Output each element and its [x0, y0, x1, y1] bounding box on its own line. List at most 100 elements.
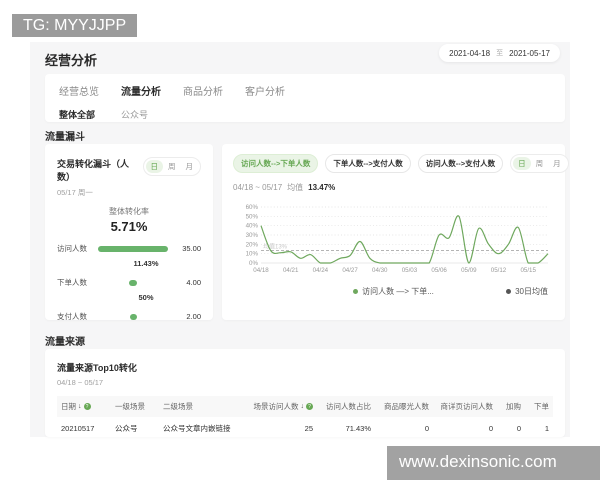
legend-dot-icon	[506, 289, 512, 294]
trend-period-toggle[interactable]: 日周月	[510, 154, 569, 173]
table-body: 20210517 公众号 公众号文章内嵌链接 25 71.43% 0 0 0 1	[57, 417, 553, 437]
tab-item[interactable]: 流量分析	[121, 83, 161, 98]
date-range-picker[interactable]: 2021-04-18 至 2021-05-17	[439, 44, 560, 62]
sort-desc-icon[interactable]: ↓	[78, 403, 82, 410]
column-label: 下单	[534, 402, 549, 411]
section-title-funnel: 流量漏斗	[45, 132, 85, 143]
source-card-subtitle: 04/18 ~ 05/17	[57, 378, 104, 387]
table-cell: 20210517	[61, 424, 95, 433]
legend-label: 访问人数 —> 下单...	[362, 287, 434, 296]
funnel-bar-zone	[93, 313, 173, 320]
analysis-tabs: 经营总览 流量分析 商品分析 客户分析	[59, 83, 551, 98]
mean-value: 13.47%	[308, 183, 336, 192]
date-end: 2021-05-17	[509, 48, 550, 58]
chart-tick-label: 60%	[246, 204, 259, 211]
funnel-step-label: 支付人数	[57, 312, 87, 321]
date-start: 2021-04-18	[449, 48, 491, 58]
funnel-card-title: 交易转化漏斗（人数）	[57, 159, 130, 182]
funnel-card-subtitle: 05/17 周一	[57, 188, 93, 197]
period-option[interactable]: 日	[145, 160, 163, 173]
chart-tick-label: 05/03	[402, 267, 418, 274]
funnel-step: 支付人数 2.00	[57, 311, 201, 322]
mean-line-label: 均值13%	[263, 242, 288, 250]
metric-pill-row: 访问人数-->下单人数 下单人数-->支付人数 访问人数-->支付人数日周月	[233, 154, 569, 173]
funnel-step-value: 2.00	[186, 312, 201, 321]
funnel-step-value: 4.00	[186, 278, 201, 287]
table-header-cell: 商品曝光人数	[375, 401, 433, 412]
column-label: 访问人数占比	[326, 402, 371, 411]
chart-tick-label: 0%	[249, 260, 258, 267]
chart-legend: 访问人数 —> 下单... 30日均值	[233, 286, 554, 297]
funnel-bar-zone	[93, 279, 173, 286]
period-option[interactable]: 周	[531, 157, 549, 170]
metric-pill[interactable]: 访问人数-->支付人数	[417, 154, 504, 173]
filter-item[interactable]: 公众号	[121, 108, 148, 121]
funnel-bar	[129, 313, 137, 320]
tab-item[interactable]: 经营总览	[59, 83, 99, 98]
analysis-nav-card: 经营总览 流量分析 商品分析 客户分析 整体全部 公众号	[45, 74, 565, 122]
period-option[interactable]: 月	[181, 160, 199, 173]
legend-item[interactable]: 访问人数 —> 下单...	[353, 286, 434, 297]
funnel-steps: 访问人数 35.00 11.43% 下单人数 4.00 50% 支付人数 2.00	[57, 243, 201, 322]
chart-tick-label: 05/15	[520, 267, 536, 274]
funnel-step-label: 下单人数	[57, 278, 87, 287]
page-title: 经营分析	[45, 53, 98, 68]
legend-item[interactable]: 30日均值	[506, 286, 548, 297]
watermark-bottom: www.dexinsonic.com	[387, 446, 600, 480]
column-label: 二级场景	[163, 402, 193, 411]
chart-tick-label: 10%	[246, 251, 259, 258]
trend-series-line	[260, 215, 549, 264]
table-cell: 1	[544, 424, 549, 433]
period-option[interactable]: 日	[513, 157, 531, 170]
table-header-cell[interactable]: 场景访问人数 ↓?	[247, 401, 317, 412]
funnel-period-toggle[interactable]: 日周月	[142, 157, 201, 176]
legend-dot-icon	[353, 289, 359, 294]
funnel-step-value: 35.00	[182, 244, 201, 253]
chart-tick-label: 04/21	[283, 267, 299, 274]
chart-tick-label: 04/18	[253, 267, 269, 274]
table-row: 20210517 公众号 公众号文章内嵌链接 25 71.43% 0 0 0 1	[57, 417, 553, 437]
metric-pill[interactable]: 下单人数-->支付人数	[325, 154, 411, 173]
chart-tick-label: 05/06	[431, 267, 447, 274]
chart-tick-label: 40%	[246, 223, 259, 230]
line-chart-svg: 0% 10% 20% 30% 40% 50% 60% 04/18 04/21 04/24 04/27…	[246, 204, 549, 274]
column-label: 日期	[61, 402, 76, 411]
table-header-cell: 一级场景	[111, 401, 159, 412]
column-label: 商品曝光人数	[384, 402, 429, 411]
section-title-source: 流量来源	[45, 337, 85, 348]
table-header-row: 日期 ↓? 一级场景 二级场景 场景访问人数 ↓? 访问人数占比 商品曝光人数 商详页访问人数加…	[57, 396, 553, 417]
column-label: 加购	[506, 402, 521, 411]
sort-desc-icon[interactable]: ↓	[301, 403, 305, 410]
table-cell: 0	[424, 424, 429, 433]
funnel-card: 交易转化漏斗（人数） 05/17 周一 日周月 整体转化率 5.71% 访问人数…	[45, 144, 213, 322]
table-header-cell: 下单	[525, 401, 553, 412]
column-label: 一级场景	[115, 402, 145, 411]
chart-tick-label: 05/12	[491, 267, 507, 274]
period-option[interactable]: 月	[548, 157, 566, 170]
metric-pill[interactable]: 访问人数-->下单人数	[233, 154, 319, 173]
tab-item[interactable]: 客户分析	[245, 83, 285, 98]
funnel-step: 访问人数 35.00	[57, 243, 201, 254]
chart-tick-label: 20%	[246, 241, 259, 248]
table-cell: 0	[516, 424, 521, 433]
help-icon[interactable]: ?	[306, 403, 313, 410]
help-icon[interactable]: ?	[83, 403, 91, 410]
tab-item[interactable]: 商品分析	[183, 83, 223, 98]
funnel-bar	[129, 279, 137, 286]
column-label: 场景访问人数	[253, 402, 299, 411]
table-cell: 0	[488, 424, 493, 433]
funnel-conversion-rate: 11.43%	[133, 259, 159, 268]
trend-card: 访问人数-->下单人数 下单人数-->支付人数 访问人数-->支付人数日周月 04/…	[222, 144, 569, 320]
funnel-bar-zone	[93, 245, 173, 252]
table-cell: 25	[304, 424, 313, 433]
funnel-conversion-rate: 50%	[138, 293, 154, 302]
chart-tick-label: 50%	[246, 213, 259, 220]
traffic-source-card: 流量来源Top10转化 04/18 ~ 05/17 日期 ↓? 一级场景 二级场景 场景…	[45, 349, 565, 437]
table-header-cell: 商详页访问人数	[433, 401, 497, 412]
period-option[interactable]: 周	[163, 160, 181, 173]
funnel-bar	[98, 245, 168, 252]
table-header-cell[interactable]: 日期 ↓?	[57, 401, 111, 412]
mean-label: 均值	[287, 183, 304, 192]
filter-item[interactable]: 整体全部	[59, 108, 95, 121]
table-header-cell: 访问人数占比	[317, 401, 375, 412]
